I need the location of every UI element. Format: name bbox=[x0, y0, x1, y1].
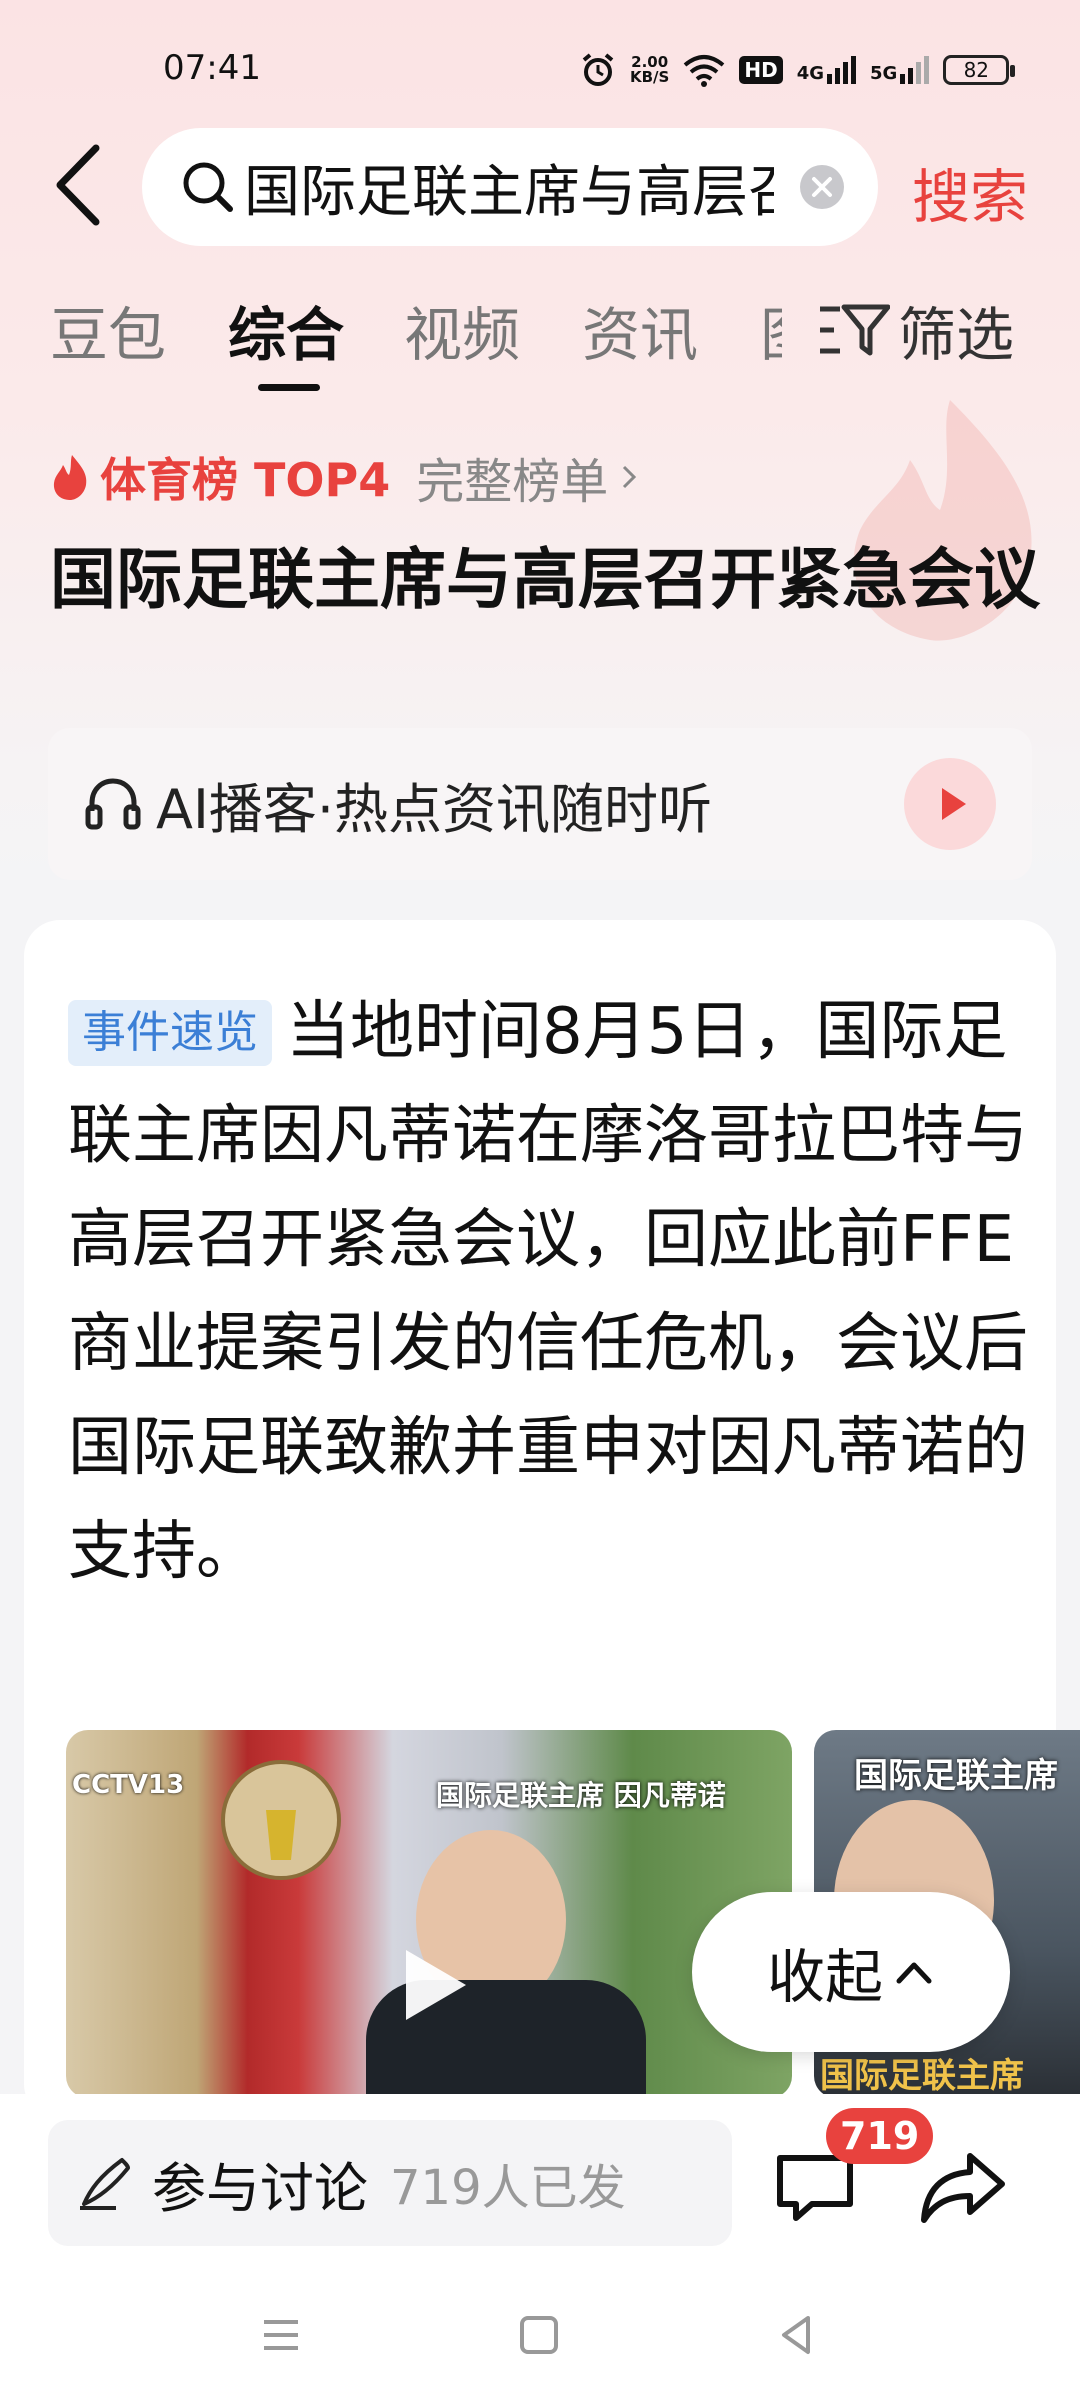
summary-paragraph: 事件速览 当地时间8月5日，国际足联主席因凡蒂诺在摩洛哥拉巴特与高层召开紧急会议，… bbox=[68, 980, 1028, 1604]
signal-5g-label: 5G bbox=[870, 63, 898, 84]
status-bar: 07:41 2.00 KB/S HD 4G 5G 82 bbox=[0, 40, 1080, 100]
home-icon[interactable] bbox=[516, 2312, 562, 2358]
search-input[interactable]: 国际足联主席与高层召开紧急会议 bbox=[142, 128, 878, 246]
full-ranking-link[interactable]: 完整榜单 bbox=[416, 442, 608, 512]
discuss-label: 参与讨论 bbox=[152, 2156, 368, 2220]
event-headline[interactable]: 国际足联主席与高层召开紧急会议 bbox=[50, 528, 1040, 632]
flag-emblem bbox=[221, 1760, 341, 1880]
signal-4g-label: 4G bbox=[796, 63, 824, 84]
back-nav-icon[interactable] bbox=[774, 2312, 820, 2358]
summary-text: 当地时间8月5日，国际足联主席因凡蒂诺在摩洛哥拉巴特与高层召开紧急会议，回应此前… bbox=[68, 995, 1028, 1589]
headphone-icon bbox=[85, 778, 141, 830]
menu-icon[interactable] bbox=[258, 2312, 304, 2358]
wifi-icon bbox=[684, 55, 725, 87]
signal-4g-icon: 4G bbox=[797, 56, 856, 84]
channel-logo: CCTV13 bbox=[72, 1770, 185, 1800]
net-speed-unit: KB/S bbox=[630, 68, 670, 86]
chevron-right-icon bbox=[623, 465, 637, 489]
collapse-label: 收起 bbox=[766, 1943, 883, 2011]
search-icon bbox=[183, 162, 233, 212]
filter-button[interactable]: 筛选 bbox=[818, 288, 1014, 372]
video-caption-2-bottom: 国际足联主席 bbox=[820, 2056, 1024, 2096]
net-speed: 2.00 KB/S bbox=[630, 55, 669, 85]
play-icon bbox=[942, 788, 966, 820]
search-button[interactable]: 搜索 bbox=[912, 150, 1028, 234]
video-thumbnail-1[interactable]: CCTV13 国际足联主席 因凡蒂诺 bbox=[66, 1730, 792, 2098]
search-query[interactable]: 国际足联主席与高层召开紧急会议 bbox=[244, 147, 774, 228]
status-time: 07:41 bbox=[163, 48, 261, 88]
tab-news[interactable]: 资讯 bbox=[582, 288, 698, 372]
filter-label: 筛选 bbox=[898, 301, 1015, 369]
podcast-play-button[interactable] bbox=[904, 758, 996, 850]
share-icon[interactable] bbox=[918, 2146, 1008, 2226]
discuss-count: 719人已发 bbox=[390, 2160, 626, 2216]
rank-line[interactable]: 体育榜 TOP4 完整榜单 bbox=[50, 442, 642, 512]
video-caption-2: 国际足联主席 bbox=[854, 1756, 1058, 1796]
collapse-button[interactable]: 收起 bbox=[692, 1892, 1010, 2052]
pen-icon bbox=[80, 2158, 130, 2210]
active-tab-indicator bbox=[258, 384, 320, 391]
tab-image[interactable]: 图 bbox=[760, 288, 782, 372]
clear-icon[interactable] bbox=[800, 165, 844, 209]
filter-icon bbox=[820, 304, 890, 356]
battery-icon: 82 bbox=[943, 55, 1016, 85]
back-icon[interactable] bbox=[48, 140, 108, 230]
ai-podcast-bar[interactable]: AI播客·热点资讯随时听 bbox=[48, 728, 1032, 880]
tab-all[interactable]: 综合 bbox=[228, 288, 344, 372]
event-summary-tag: 事件速览 bbox=[68, 1000, 272, 1066]
tab-doubao[interactable]: 豆包 bbox=[50, 288, 166, 372]
hd-icon: HD bbox=[739, 56, 783, 84]
signal-5g-icon: 5G bbox=[870, 56, 930, 84]
video-play-icon[interactable] bbox=[386, 1940, 476, 2030]
rank-label: 体育榜 TOP4 bbox=[100, 453, 391, 507]
status-icons: 2.00 KB/S HD 4G 5G 82 bbox=[580, 46, 1016, 94]
system-nav-bar bbox=[0, 2270, 1080, 2400]
tab-video[interactable]: 视频 bbox=[404, 288, 520, 372]
video-caption-1: 国际足联主席 因凡蒂诺 bbox=[436, 1779, 726, 1812]
chevron-up-icon bbox=[896, 1962, 932, 1984]
fire-icon bbox=[53, 455, 87, 500]
search-tabs: 豆包 综合 视频 资讯 图 筛选 bbox=[0, 288, 1080, 398]
alarm-icon bbox=[582, 53, 614, 86]
discussion-input[interactable]: 参与讨论 719人已发 bbox=[48, 2120, 732, 2246]
ai-podcast-label: AI播客·热点资讯随时听 bbox=[156, 777, 713, 841]
